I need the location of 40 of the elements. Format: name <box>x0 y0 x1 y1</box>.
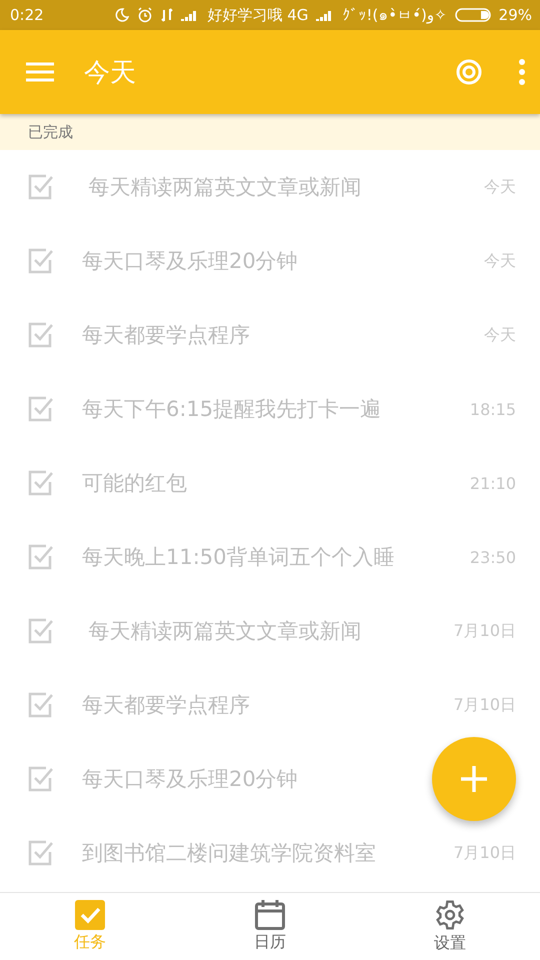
section-header: 已完成 <box>28 122 73 142</box>
data-arrows-icon <box>161 8 174 22</box>
task-title: 可能的红包 <box>82 470 187 497</box>
plus-icon <box>461 766 487 792</box>
toolbar-title: 今天 <box>84 56 137 90</box>
task-title: 每天口琴及乐理20分钟 <box>82 766 298 793</box>
carrier-name: ｸﾞｯ!(๑•̀ㅂ•́)و✧ <box>342 5 447 26</box>
nav-tab[interactable]: 日历 <box>180 893 360 960</box>
checkbox-icon[interactable] <box>28 322 54 348</box>
task-title: 每天口琴及乐理20分钟 <box>82 248 298 275</box>
checkbox-icon[interactable] <box>28 766 54 792</box>
task-title: 每天精读两篇英文文章或新闻 <box>88 174 362 201</box>
more-icon <box>518 59 526 85</box>
task-title: 每天下午6:15提醒我先打卡一遍 <box>82 396 382 423</box>
menu-button[interactable] <box>26 62 54 82</box>
carrier-name: 好好学习哦 4G <box>207 6 308 24</box>
battery-icon <box>454 8 491 22</box>
task-title: 每天晚上11:50背单词五个个入睡 <box>82 544 395 571</box>
more-button[interactable] <box>518 59 526 85</box>
moon-icon <box>115 8 130 22</box>
add-button[interactable] <box>432 737 516 821</box>
task-title: 每天都要学点程序 <box>82 322 250 349</box>
target-button[interactable] <box>456 59 482 85</box>
checkbox-icon[interactable] <box>28 248 54 274</box>
checkbox-icon[interactable] <box>28 618 54 644</box>
checkbox-icon[interactable] <box>28 544 54 570</box>
task-title: 每天精读两篇英文文章或新闻 <box>88 618 362 645</box>
checkbox-icon[interactable] <box>28 470 54 496</box>
task-title: 每天都要学点程序 <box>82 692 250 719</box>
alarm-icon <box>137 7 154 23</box>
menu-icon <box>26 62 54 82</box>
nav-tab[interactable]: 设置 <box>360 893 540 960</box>
task-title: 到图书馆二楼问建筑学院资料室 <box>82 840 376 867</box>
battery-percent: 29% <box>498 6 532 24</box>
checkbox-icon[interactable] <box>28 174 54 200</box>
checkbox-icon[interactable] <box>28 840 54 866</box>
target-icon <box>456 59 482 85</box>
checkbox-icon[interactable] <box>28 396 54 422</box>
checkbox-icon[interactable] <box>28 692 54 718</box>
status-time: 0:22 <box>10 6 44 24</box>
